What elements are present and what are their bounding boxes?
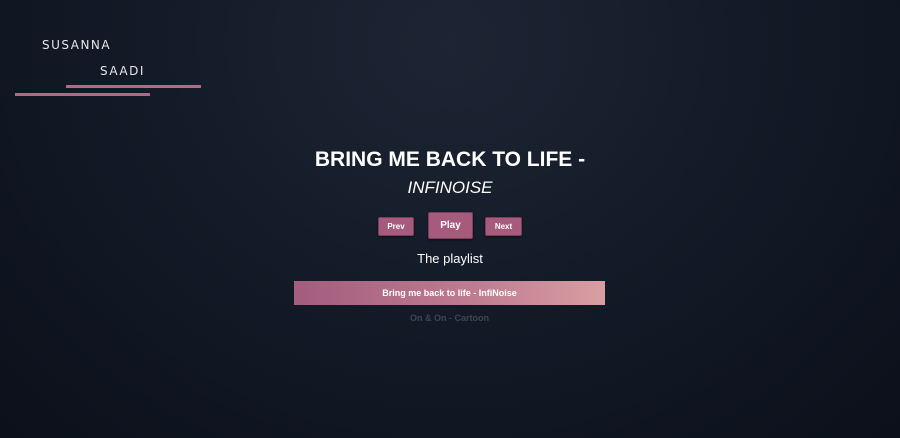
playlist-item-active[interactable]: Bring me back to life - InfiNoise [294,281,605,305]
prev-button[interactable]: Prev [378,217,414,236]
playlist-heading: The playlist [417,251,483,266]
logo-first-name: Susanna [42,34,112,54]
song-title: BRING ME BACK TO LIFE - [314,148,586,171]
player-controls: Prev Play Next [0,212,900,240]
song-artist: INFINOISE [407,178,493,197]
playlist-item[interactable]: On & On - Cartoon [294,311,605,325]
next-button[interactable]: Next [485,217,522,236]
logo[interactable]: Susanna Saadi [14,30,214,102]
play-button[interactable]: Play [428,212,473,239]
logo-last-name: Saadi [100,60,145,80]
logo-underline-top [66,85,201,88]
logo-underline-bottom [15,93,150,96]
